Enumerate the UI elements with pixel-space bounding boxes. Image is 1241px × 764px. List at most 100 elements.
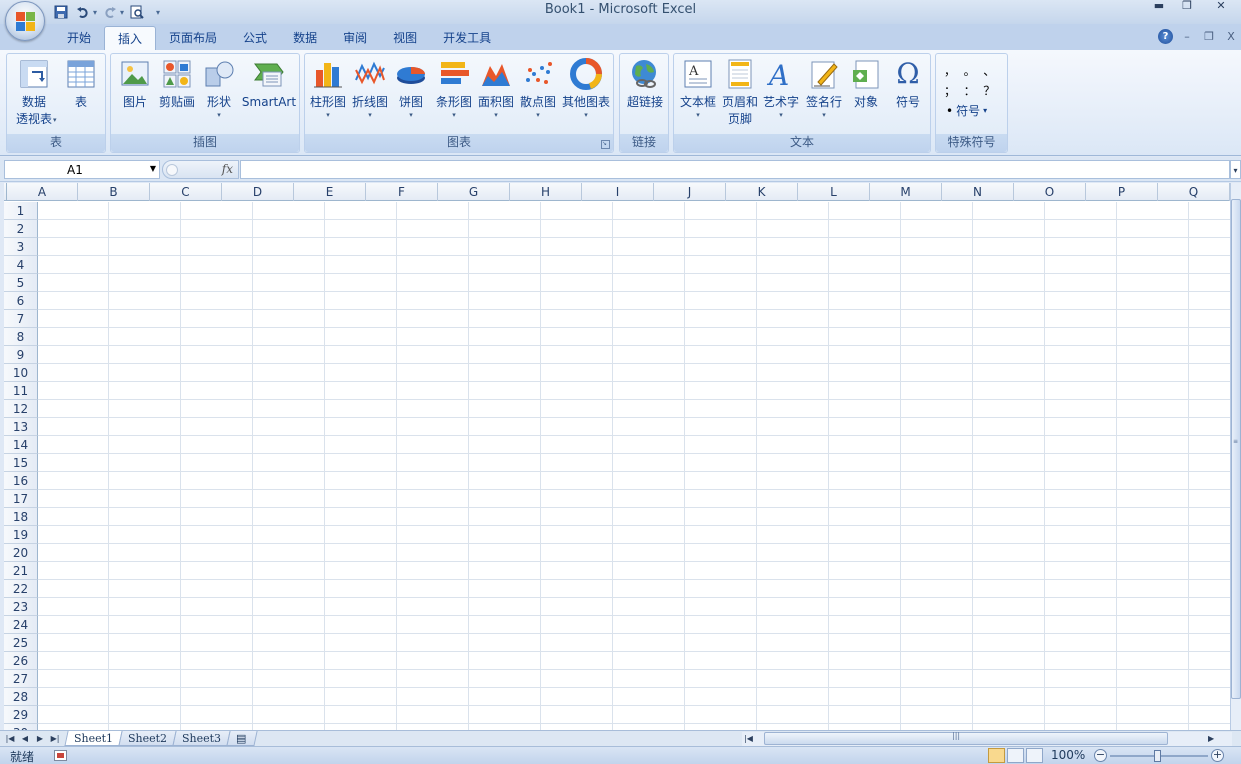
cell-p27[interactable] [1117, 670, 1189, 688]
cell-i20[interactable] [613, 544, 685, 562]
cell-j28[interactable] [685, 688, 757, 706]
cell-b22[interactable] [109, 580, 181, 598]
sheet-tab-sheet3[interactable]: Sheet3 [172, 731, 231, 746]
cell-n27[interactable] [973, 670, 1045, 688]
cell-l9[interactable] [829, 346, 901, 364]
cell-a16[interactable] [38, 472, 109, 490]
column-header-i[interactable]: I [582, 183, 654, 201]
symbol-button[interactable]: Ω 符号 [886, 56, 930, 132]
cell-m8[interactable] [901, 328, 973, 346]
cell-e14[interactable] [325, 436, 397, 454]
cell-d5[interactable] [253, 274, 325, 292]
cell-k25[interactable] [757, 634, 829, 652]
cell-i22[interactable] [613, 580, 685, 598]
cell-o1[interactable] [1045, 202, 1117, 220]
cell-l21[interactable] [829, 562, 901, 580]
cell-j18[interactable] [685, 508, 757, 526]
cell-k28[interactable] [757, 688, 829, 706]
cell-g9[interactable] [469, 346, 541, 364]
cell-e3[interactable] [325, 238, 397, 256]
cell-i19[interactable] [613, 526, 685, 544]
row-header-26[interactable]: 26 [4, 652, 38, 670]
cell-g28[interactable] [469, 688, 541, 706]
cell-i3[interactable] [613, 238, 685, 256]
cell-k12[interactable] [757, 400, 829, 418]
cell-k13[interactable] [757, 418, 829, 436]
signature-line-button[interactable]: 签名行 ▾ [802, 56, 846, 132]
column-header-b[interactable]: B [78, 183, 150, 201]
cell-f14[interactable] [397, 436, 469, 454]
cell-f27[interactable] [397, 670, 469, 688]
cell-m17[interactable] [901, 490, 973, 508]
workbook-minimize-button[interactable]: – [1179, 30, 1195, 43]
cell-g6[interactable] [469, 292, 541, 310]
cell-l18[interactable] [829, 508, 901, 526]
cell-j1[interactable] [685, 202, 757, 220]
cell-d19[interactable] [253, 526, 325, 544]
cell-m14[interactable] [901, 436, 973, 454]
cell-h14[interactable] [541, 436, 613, 454]
maximize-window-button[interactable]: ❐ [1173, 0, 1201, 14]
cell-c24[interactable] [181, 616, 253, 634]
cell-a18[interactable] [38, 508, 109, 526]
cell-n3[interactable] [973, 238, 1045, 256]
cell-g15[interactable] [469, 454, 541, 472]
cell-f3[interactable] [397, 238, 469, 256]
cell-q14[interactable] [1189, 436, 1230, 454]
cell-j2[interactable] [685, 220, 757, 238]
cell-n4[interactable] [973, 256, 1045, 274]
cell-j25[interactable] [685, 634, 757, 652]
row-header-19[interactable]: 19 [4, 526, 38, 544]
cell-a14[interactable] [38, 436, 109, 454]
cell-p1[interactable] [1117, 202, 1189, 220]
cell-d11[interactable] [253, 382, 325, 400]
cell-l28[interactable] [829, 688, 901, 706]
zoom-level[interactable]: 100% [1051, 748, 1085, 762]
cell-c20[interactable] [181, 544, 253, 562]
cell-o10[interactable] [1045, 364, 1117, 382]
row-header-24[interactable]: 24 [4, 616, 38, 634]
cell-m29[interactable] [901, 706, 973, 724]
row-header-17[interactable]: 17 [4, 490, 38, 508]
cell-n11[interactable] [973, 382, 1045, 400]
cell-q9[interactable] [1189, 346, 1230, 364]
cell-f28[interactable] [397, 688, 469, 706]
cell-m21[interactable] [901, 562, 973, 580]
cell-g11[interactable] [469, 382, 541, 400]
cell-a1[interactable] [38, 202, 109, 220]
tab-insert[interactable]: 插入 [104, 26, 157, 51]
cell-o16[interactable] [1045, 472, 1117, 490]
cell-g26[interactable] [469, 652, 541, 670]
cell-m19[interactable] [901, 526, 973, 544]
cell-m13[interactable] [901, 418, 973, 436]
cell-k2[interactable] [757, 220, 829, 238]
cell-l13[interactable] [829, 418, 901, 436]
cell-a13[interactable] [38, 418, 109, 436]
cell-g3[interactable] [469, 238, 541, 256]
cell-a23[interactable] [38, 598, 109, 616]
cell-f6[interactable] [397, 292, 469, 310]
cell-f15[interactable] [397, 454, 469, 472]
cell-l29[interactable] [829, 706, 901, 724]
cell-g10[interactable] [469, 364, 541, 382]
cell-e26[interactable] [325, 652, 397, 670]
pivot-table-button[interactable]: 数据 透视表 ▾ [9, 56, 59, 132]
page-layout-view-button[interactable] [1007, 748, 1024, 763]
symbol-dropdown-button[interactable]: • 符号 ▾ [946, 102, 987, 119]
cell-q23[interactable] [1189, 598, 1230, 616]
cell-p9[interactable] [1117, 346, 1189, 364]
cell-b19[interactable] [109, 526, 181, 544]
cell-m28[interactable] [901, 688, 973, 706]
cell-n22[interactable] [973, 580, 1045, 598]
scroll-left-icon[interactable]: |◀ [744, 732, 753, 745]
cell-n7[interactable] [973, 310, 1045, 328]
shapes-button[interactable]: 形状 ▾ [199, 56, 239, 132]
insert-function-button[interactable]: fx [222, 162, 233, 176]
cell-o2[interactable] [1045, 220, 1117, 238]
cell-f26[interactable] [397, 652, 469, 670]
cell-k23[interactable] [757, 598, 829, 616]
cell-o12[interactable] [1045, 400, 1117, 418]
cell-l20[interactable] [829, 544, 901, 562]
next-sheet-icon[interactable]: ▶ [34, 731, 46, 746]
cell-k17[interactable] [757, 490, 829, 508]
